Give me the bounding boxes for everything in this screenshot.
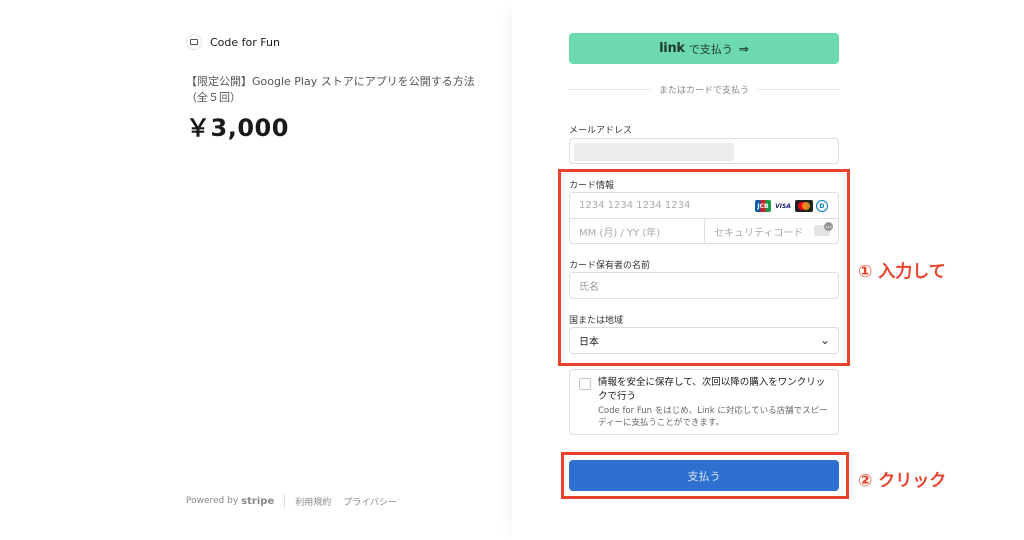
annotation-step1-label: ① 入力して [858, 262, 946, 282]
or-pay-with-card-divider: またはカードで支払う [569, 83, 840, 96]
terms-link[interactable]: 利用規約 [295, 495, 331, 508]
link-pay-label: で支払う [688, 42, 733, 56]
merchant-name: Code for Fun [210, 35, 280, 49]
divider-label: またはカードで支払う [659, 86, 750, 96]
product-title: 【限定公開】Google Play ストアにアプリを公開する方法（全５回） [186, 75, 475, 104]
save-info-description: Code for Fun をはじめ、Link に対応している店舗でスピーディーに… [598, 406, 828, 428]
privacy-link[interactable]: プライバシー [343, 495, 397, 508]
stripe-logo: stripe [241, 495, 275, 507]
product-price: ￥3,000 [186, 114, 289, 142]
annotation-step2-label: ② クリック [858, 471, 947, 491]
footer: Powered by stripe 利用規約 プライバシー [186, 494, 409, 508]
arrow-right-icon: ⇒ [738, 41, 749, 56]
powered-by-stripe[interactable]: Powered by stripe [186, 496, 274, 507]
merchant-logo-icon [186, 34, 202, 50]
powered-by-label: Powered by [186, 496, 239, 506]
footer-divider [284, 494, 286, 508]
email-field[interactable] [569, 138, 839, 164]
link-logo: link [659, 41, 685, 56]
annotation-click-box [561, 452, 849, 499]
annotation-input-box [558, 169, 850, 366]
divider-line-right [757, 89, 840, 90]
divider-line-left [569, 89, 651, 90]
save-info-checkbox[interactable] [579, 378, 591, 390]
link-pay-button[interactable]: link で支払う ⇒ [569, 33, 839, 64]
email-label: メールアドレス [569, 126, 633, 136]
save-info-title[interactable]: 情報を安全に保存して、次回以降の購入をワンクリックで行う [598, 376, 830, 404]
email-redacted [574, 143, 734, 161]
save-info-box: 情報を安全に保存して、次回以降の購入をワンクリックで行う Code for Fu… [569, 369, 839, 435]
merchant-header[interactable]: Code for Fun [186, 34, 280, 50]
order-summary-panel: Code for Fun 【限定公開】Google Play ストアにアプリを公… [0, 0, 512, 540]
